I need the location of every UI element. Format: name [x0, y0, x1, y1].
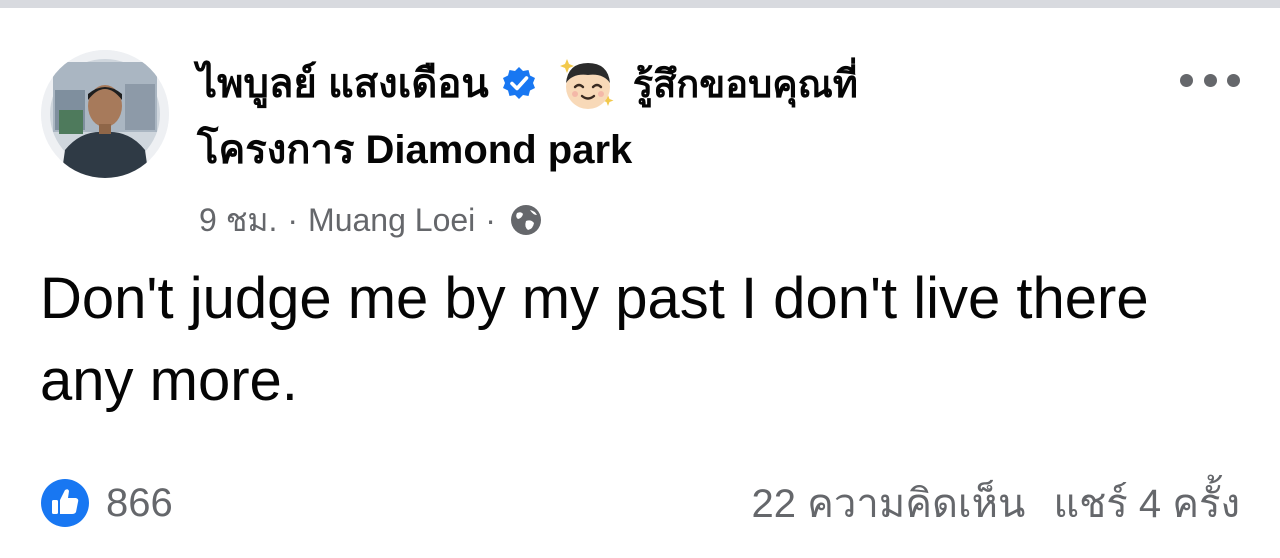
feeling-text: รู้สึกขอบคุณที่	[632, 63, 858, 106]
post-time[interactable]: 9 ชม.	[199, 195, 277, 246]
place-name[interactable]: โครงการ Diamond park	[197, 122, 632, 178]
dot	[1203, 73, 1217, 87]
globe-icon	[508, 202, 544, 238]
meta-separator: ·	[485, 201, 496, 238]
post-header: ไพบูลย์ แสงเดือน รู้สึกขอบคุณที่	[197, 55, 858, 111]
more-options-icon[interactable]	[1180, 66, 1240, 94]
author-name[interactable]: ไพบูลย์ แสงเดือน	[197, 51, 489, 115]
like-thumbs-up-icon	[40, 478, 90, 528]
dot	[1227, 73, 1240, 87]
grateful-face-emoji-icon	[555, 51, 619, 115]
meta-separator: ·	[287, 201, 299, 238]
comment-count[interactable]: 22 ความคิดเห็น	[752, 471, 1026, 535]
engagement-stats: 22 ความคิดเห็น แชร์ 4 ครั้ง	[752, 475, 1240, 531]
post-meta: 9 ชม. · Muang Loei ·	[199, 196, 544, 244]
post-location[interactable]: Muang Loei	[308, 202, 475, 239]
top-divider	[0, 0, 1280, 8]
dot	[1180, 73, 1193, 87]
verified-badge-icon	[501, 65, 537, 101]
reactions-summary[interactable]: 866	[40, 475, 173, 531]
like-count[interactable]: 866	[106, 481, 173, 526]
share-count[interactable]: แชร์ 4 ครั้ง	[1053, 471, 1240, 535]
avatar[interactable]	[41, 50, 169, 178]
post-body-text: Don't judge me by my past I don't live t…	[40, 266, 1149, 413]
